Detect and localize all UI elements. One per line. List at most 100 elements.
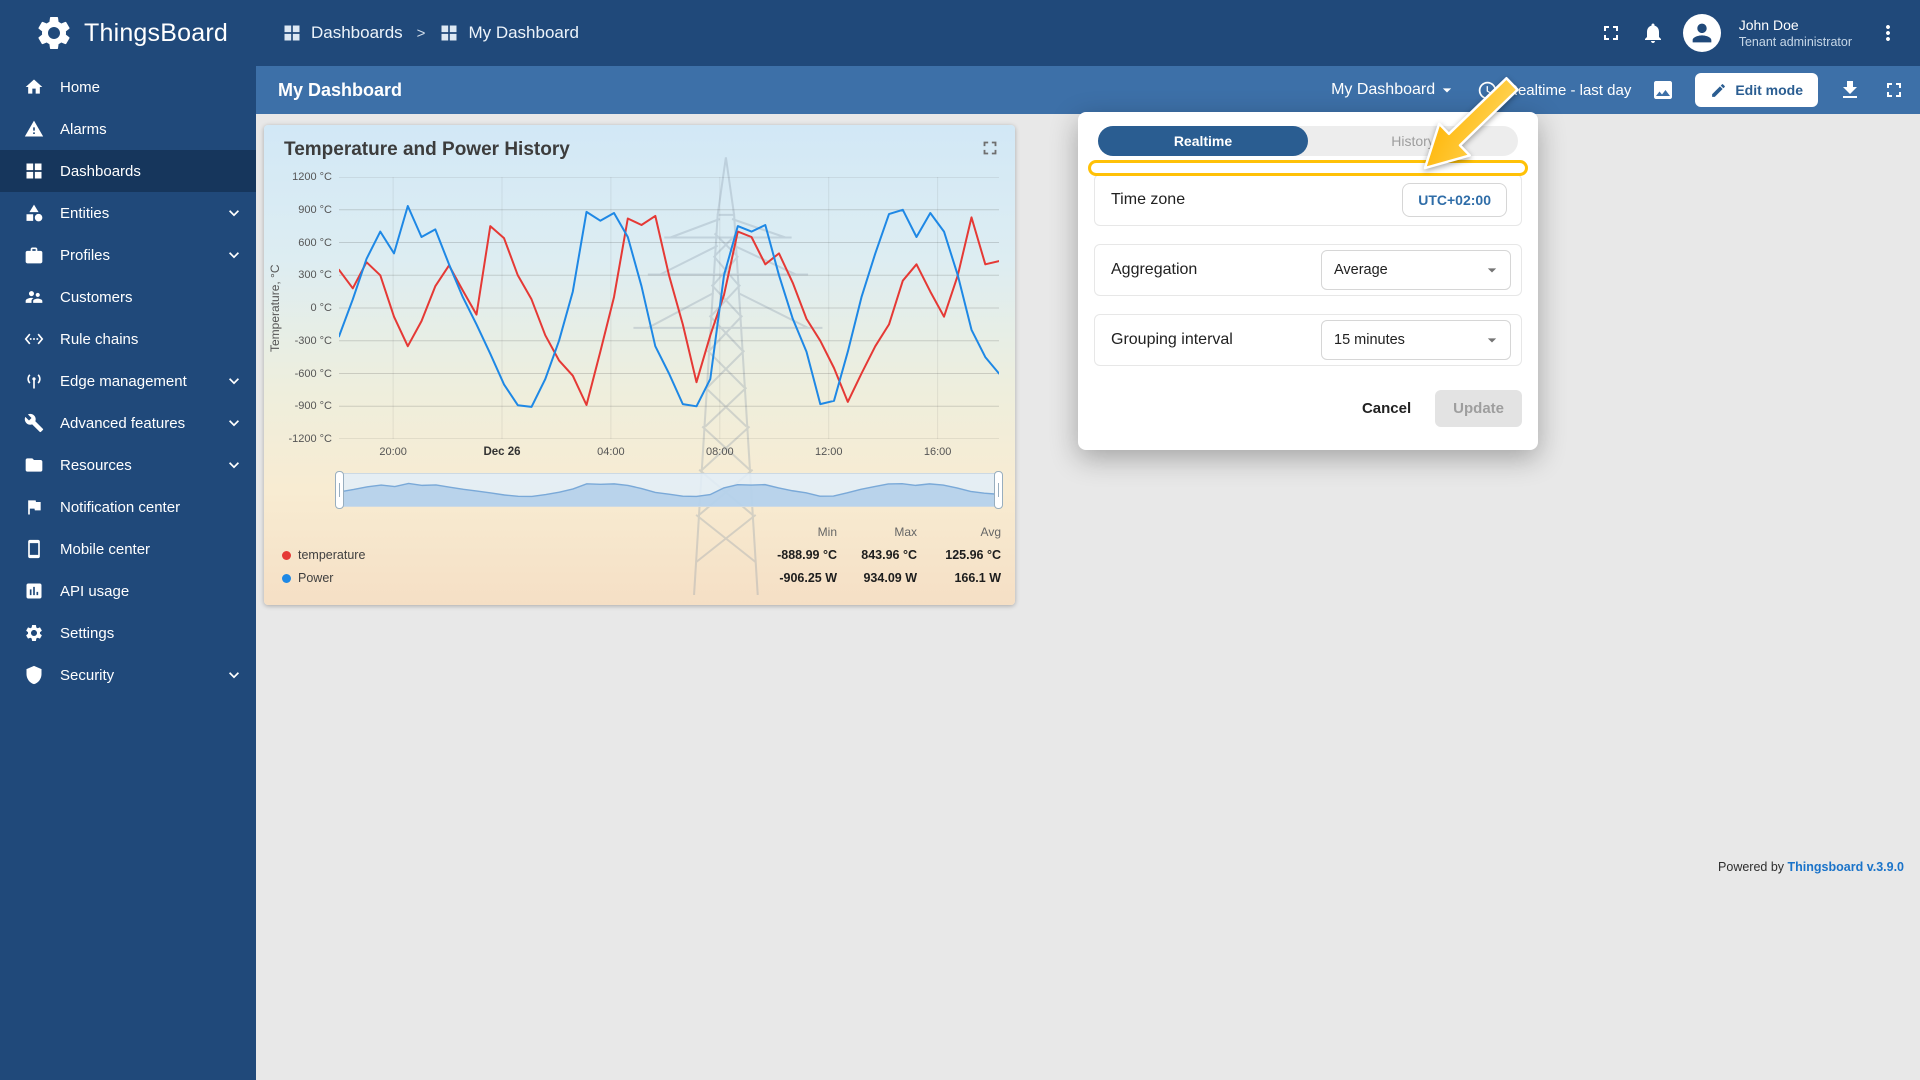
notifications-bell-icon[interactable] (1641, 21, 1665, 45)
sidebar-item-home[interactable]: Home (0, 66, 256, 108)
time-zone-row: Time zone UTC+02:00 (1094, 174, 1522, 226)
popup-actions: Cancel Update (1094, 390, 1522, 427)
y-axis-tick: 300 °C (298, 269, 332, 282)
breadcrumb: Dashboards > My Dashboard (282, 23, 579, 43)
y-axis-tick: -1200 °C (288, 433, 332, 445)
widget-title: Temperature and Power History (284, 139, 570, 160)
y-axis-tick: 1200 °C (292, 171, 332, 183)
entities-icon (24, 203, 44, 223)
expand-fullscreen-icon[interactable] (1882, 78, 1906, 102)
caret-down-icon (1437, 80, 1457, 100)
sidebar-item-customers[interactable]: Customers (0, 276, 256, 318)
sidebar-item-resources[interactable]: Resources (0, 444, 256, 486)
sidebar-item-edge-management[interactable]: Edge management (0, 360, 256, 402)
clock-icon (1477, 80, 1498, 101)
sidebar-item-dashboards[interactable]: Dashboards (0, 150, 256, 192)
chevron-down-icon[interactable] (224, 203, 244, 223)
legend-value: 934.09 W (863, 571, 917, 585)
kebab-menu-icon[interactable] (1876, 21, 1900, 45)
chevron-down-icon[interactable] (224, 371, 244, 391)
chevron-down-icon[interactable] (224, 245, 244, 265)
tab-history[interactable]: History (1308, 126, 1518, 156)
dashboard-select[interactable]: My Dashboard (1331, 80, 1457, 100)
breadcrumb-label: My Dashboard (468, 23, 579, 42)
version-link[interactable]: Thingsboard v.3.9.0 (1788, 860, 1904, 874)
user-info[interactable]: John Doe Tenant administrator (1739, 16, 1852, 50)
chevron-down-icon[interactable] (224, 413, 244, 433)
breadcrumb-separator: > (416, 24, 426, 42)
aggregation-select[interactable]: Average (1321, 250, 1511, 290)
avatar[interactable] (1682, 14, 1721, 52)
chart-plot-area (339, 177, 999, 439)
edit-mode-button[interactable]: Edit mode (1695, 73, 1818, 107)
dashboard-icon (439, 23, 459, 43)
sidebar-item-settings[interactable]: Settings (0, 612, 256, 654)
update-button[interactable]: Update (1435, 390, 1522, 427)
sidebar-item-label: Rule chains (60, 330, 139, 348)
timewindow-button[interactable]: Realtime - last day (1477, 80, 1631, 101)
sidebar-item-mobile-center[interactable]: Mobile center (0, 528, 256, 570)
download-icon[interactable] (1838, 78, 1862, 102)
brush-minimap-svg (340, 482, 998, 506)
sidebar-item-label: Entities (60, 204, 110, 222)
legend-value: 166.1 W (954, 571, 1001, 585)
breadcrumb-dashboards[interactable]: Dashboards (282, 23, 403, 43)
caret-down-icon (1482, 330, 1502, 350)
timewindow-tabs: Realtime History (1098, 126, 1518, 156)
breadcrumb-my-dashboard[interactable]: My Dashboard (439, 23, 579, 43)
sidebar-item-notification-center[interactable]: Notification center (0, 486, 256, 528)
folder-icon (24, 455, 44, 475)
home-icon (24, 77, 44, 97)
temperature-series-dot (282, 550, 291, 560)
sidebar-item-label: Alarms (60, 120, 107, 138)
fullscreen-icon[interactable] (1599, 21, 1623, 45)
sidebar-item-profiles[interactable]: Profiles (0, 234, 256, 276)
sidebar-item-label: API usage (60, 582, 130, 600)
time-zone-button[interactable]: UTC+02:00 (1402, 183, 1507, 217)
sidebar-item-security[interactable]: Security (0, 654, 256, 696)
image-icon[interactable] (1651, 78, 1675, 102)
toolbar-actions: My Dashboard Realtime - last day Edit mo… (1331, 73, 1920, 107)
profiles-icon (24, 245, 44, 265)
sidebar-item-label: Customers (60, 288, 133, 306)
sidebar-item-alarms[interactable]: Alarms (0, 108, 256, 150)
edge-antenna-icon (24, 371, 44, 391)
y-axis-tick: -900 °C (294, 400, 332, 413)
sidebar-item-label: Home (60, 78, 101, 96)
time-range-brush[interactable] (335, 471, 1003, 509)
y-axis-ticks: 1200 °C 900 °C 600 °C 300 °C 0 °C -300 °C -600… (264, 171, 332, 445)
y-axis-tick: 600 °C (298, 236, 332, 249)
chevron-down-icon[interactable] (224, 665, 244, 685)
gear-icon (24, 623, 44, 643)
sidebar-item-rule-chains[interactable]: Rule chains (0, 318, 256, 360)
dashboard-toolbar: My Dashboard My Dashboard Realtime - las… (256, 66, 1920, 114)
app-logo[interactable]: ThingsBoard (34, 13, 248, 53)
chevron-down-icon[interactable] (224, 455, 244, 475)
grouping-interval-row: Grouping interval 15 minutes (1094, 314, 1522, 366)
legend-item-temperature[interactable]: temperature (282, 548, 753, 562)
legend-value: 843.96 °C (861, 548, 917, 562)
legend-header-min: Min (817, 525, 837, 539)
widget-fullscreen-icon[interactable] (979, 137, 1001, 159)
sidebar-item-label: Edge management (60, 372, 187, 390)
brush-handle-right[interactable] (994, 471, 1003, 509)
aggregation-value: Average (1334, 262, 1388, 278)
y-axis-tick: 900 °C (298, 203, 332, 216)
x-axis-ticks: 20:00 Dec 26 04:00 08:00 12:00 16:00 (339, 446, 999, 462)
timewindow-popup: Realtime History Time zone UTC+02:00 Agg… (1078, 112, 1538, 450)
tab-realtime[interactable]: Realtime (1098, 126, 1308, 156)
sidebar-item-api-usage[interactable]: API usage (0, 570, 256, 612)
power-series-dot (282, 573, 291, 583)
brush-handle-left[interactable] (335, 471, 344, 509)
legend-item-power[interactable]: Power (282, 571, 753, 585)
chart-widget: Temperature and Power History Temperatur… (264, 125, 1015, 605)
wrench-icon (24, 413, 44, 433)
sidebar-item-entities[interactable]: Entities (0, 192, 256, 234)
cancel-button[interactable]: Cancel (1348, 392, 1425, 425)
grouping-interval-label: Grouping interval (1111, 331, 1233, 348)
dashboard-select-value: My Dashboard (1331, 81, 1436, 98)
sidebar-item-advanced-features[interactable]: Advanced features (0, 402, 256, 444)
grouping-interval-select[interactable]: 15 minutes (1321, 320, 1511, 360)
legend-value: -906.25 W (779, 571, 837, 585)
aggregation-row: Aggregation Average (1094, 244, 1522, 296)
